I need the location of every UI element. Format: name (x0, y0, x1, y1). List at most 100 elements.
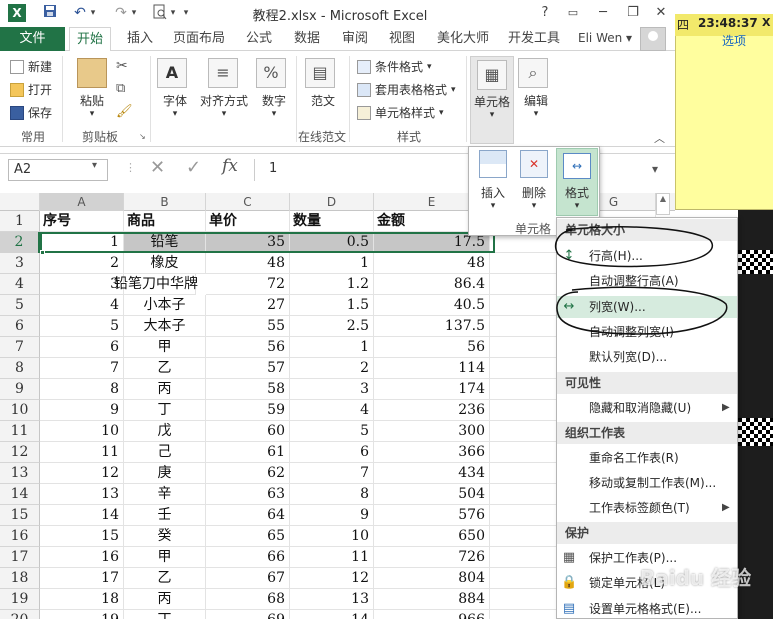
font-button[interactable]: A 字体 ▾ (157, 58, 193, 119)
table-cell[interactable]: 6 (290, 442, 374, 463)
table-cell[interactable]: 63 (206, 484, 290, 505)
row-header[interactable]: 18 (0, 568, 40, 589)
table-cell[interactable]: 乙 (124, 358, 206, 379)
table-cell[interactable]: 13 (40, 484, 124, 505)
header-cell[interactable]: 商品 (124, 211, 206, 232)
row-header[interactable]: 17 (0, 547, 40, 568)
tab-home[interactable]: 开始 (69, 27, 111, 51)
tab-beautify[interactable]: 美化大师 (437, 27, 489, 51)
table-cell[interactable]: 丁 (124, 610, 206, 619)
column-header-d[interactable]: D (290, 193, 374, 211)
table-cell[interactable]: 甲 (124, 337, 206, 358)
table-cell[interactable]: 14 (40, 505, 124, 526)
delete-cells-button[interactable]: ✕ 删除 ▾ (515, 150, 553, 211)
table-cell[interactable]: 68 (206, 589, 290, 610)
table-cell[interactable]: 铅笔 (124, 232, 206, 253)
row-header[interactable]: 15 (0, 505, 40, 526)
table-cell[interactable]: 966 (374, 610, 490, 619)
table-cell[interactable]: 4 (290, 400, 374, 421)
tab-file[interactable]: 文件 (0, 27, 65, 51)
table-cell[interactable]: 650 (374, 526, 490, 547)
menu-default-width[interactable]: 默认列宽(D)... (557, 346, 737, 368)
save-ribbon-button[interactable]: 保存 (10, 104, 52, 121)
menu-rename-sheet[interactable]: 重命名工作表(R) (557, 447, 737, 469)
tab-formulas[interactable]: 公式 (246, 27, 272, 51)
close-button[interactable]: ✕ (648, 3, 674, 23)
row-header[interactable]: 12 (0, 442, 40, 463)
tab-view[interactable]: 视图 (389, 27, 415, 51)
table-cell[interactable]: 236 (374, 400, 490, 421)
row-header[interactable]: 1 (0, 211, 40, 232)
preview-dropdown-icon[interactable]: ▾ (168, 4, 178, 22)
table-cell[interactable]: 2 (40, 253, 124, 274)
menu-protect-sheet[interactable]: 保护工作表(P)... (557, 547, 737, 569)
insert-function-icon[interactable]: fx (222, 156, 238, 176)
paste-button[interactable]: 粘贴 ▾ (72, 58, 112, 122)
fill-handle[interactable] (40, 250, 45, 255)
table-cell[interactable]: 1 (40, 232, 124, 253)
table-cell[interactable]: 甲 (124, 547, 206, 568)
new-button[interactable]: 新建 (10, 58, 52, 75)
table-cell[interactable]: 57 (206, 358, 290, 379)
scroll-up-icon[interactable]: ▲ (657, 194, 669, 203)
table-cell[interactable]: 59 (206, 400, 290, 421)
expand-formula-bar-icon[interactable]: ▾ (652, 162, 658, 176)
table-cell[interactable]: 2 (290, 358, 374, 379)
table-format-button[interactable]: 套用表格格式 ▾ (357, 81, 456, 98)
table-cell[interactable]: 癸 (124, 526, 206, 547)
select-all-corner[interactable] (0, 193, 40, 211)
tab-developer[interactable]: 开发工具 (508, 27, 560, 51)
table-cell[interactable]: 铅笔刀中华牌 (114, 274, 198, 295)
menu-hide-unhide[interactable]: 隐藏和取消隐藏(U) (557, 397, 737, 419)
table-cell[interactable]: 35 (206, 232, 290, 253)
table-cell[interactable]: 14 (290, 610, 374, 619)
row-header[interactable]: 3 (0, 253, 40, 274)
table-cell[interactable]: 12 (290, 568, 374, 589)
copy-icon[interactable]: ⧉ (116, 81, 125, 96)
help-button[interactable]: ? (532, 3, 558, 23)
table-cell[interactable]: 小本子 (124, 295, 206, 316)
restore-button[interactable]: ❐ (620, 3, 646, 23)
table-cell[interactable]: 乙 (124, 568, 206, 589)
table-cell[interactable]: 9 (290, 505, 374, 526)
table-cell[interactable]: 3 (290, 379, 374, 400)
tab-review[interactable]: 审阅 (342, 27, 368, 51)
table-cell[interactable]: 10 (290, 526, 374, 547)
table-cell[interactable]: 大本子 (124, 316, 206, 337)
redo-icon[interactable]: ↷ (111, 4, 131, 22)
header-cell[interactable]: 序号 (40, 211, 124, 232)
table-cell[interactable]: 15 (40, 526, 124, 547)
table-cell[interactable]: 65 (206, 526, 290, 547)
clipboard-dialog-launcher-icon[interactable]: ↘ (139, 132, 146, 141)
enter-formula-icon[interactable]: ✓ (186, 157, 201, 178)
table-cell[interactable]: 壬 (124, 505, 206, 526)
row-header-selected[interactable]: 2 (0, 232, 40, 253)
tab-page-layout[interactable]: 页面布局 (173, 27, 225, 51)
column-header-a[interactable]: A (40, 193, 124, 211)
menu-tab-color[interactable]: 工作表标签颜色(T) (557, 497, 737, 519)
table-cell[interactable]: 114 (374, 358, 490, 379)
table-cell[interactable]: 48 (206, 253, 290, 274)
table-cell[interactable]: 576 (374, 505, 490, 526)
table-cell[interactable]: 72 (206, 274, 290, 295)
table-cell[interactable]: 884 (374, 589, 490, 610)
row-header[interactable]: 20 (0, 610, 40, 619)
table-cell[interactable]: 40.5 (374, 295, 490, 316)
menu-autofit-row[interactable]: 自动调整行高(A) (557, 270, 737, 292)
table-cell[interactable]: 67 (206, 568, 290, 589)
table-cell[interactable]: 11 (40, 442, 124, 463)
row-header[interactable]: 11 (0, 421, 40, 442)
table-cell[interactable]: 1.5 (290, 295, 374, 316)
table-cell[interactable]: 19 (40, 610, 124, 619)
menu-column-width[interactable]: 列宽(W)... (557, 296, 737, 318)
row-header[interactable]: 10 (0, 400, 40, 421)
template-button[interactable]: ▤ 范文 (305, 58, 341, 109)
table-cell[interactable]: 辛 (124, 484, 206, 505)
cut-icon[interactable]: ✂ (116, 58, 128, 74)
table-cell[interactable]: 10 (40, 421, 124, 442)
table-cell[interactable]: 8 (290, 484, 374, 505)
row-header[interactable]: 6 (0, 316, 40, 337)
menu-move-copy-sheet[interactable]: 移动或复制工作表(M)... (557, 472, 737, 494)
table-cell[interactable]: 丁 (124, 400, 206, 421)
table-cell[interactable]: 18 (40, 589, 124, 610)
